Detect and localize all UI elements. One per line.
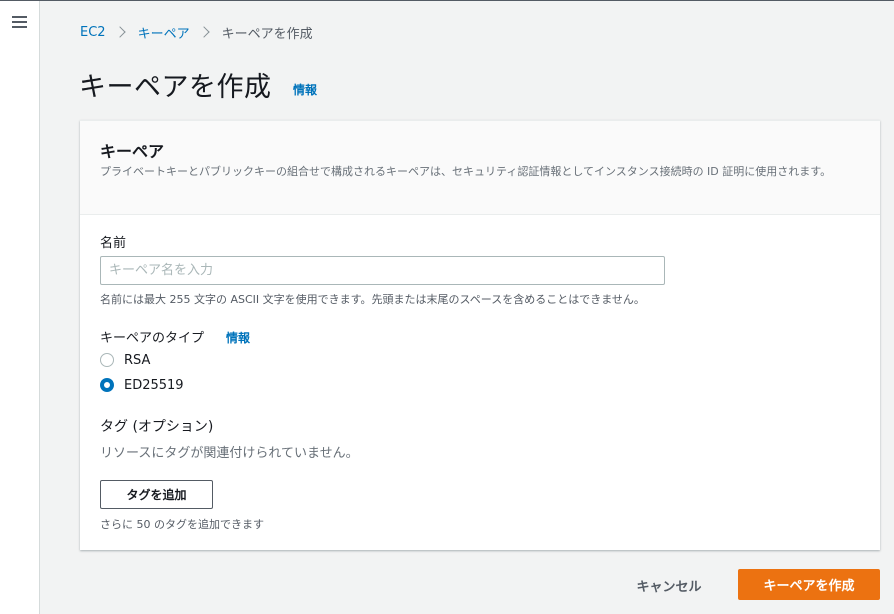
cancel-button[interactable]: キャンセル: [624, 571, 714, 599]
radio-label-rsa: RSA: [124, 352, 151, 368]
panel-title: キーペア: [100, 142, 165, 161]
radio-unchecked-icon[interactable]: [100, 353, 114, 367]
page-info-link[interactable]: 情報: [293, 81, 317, 98]
breadcrumb-key-pairs[interactable]: キーペア: [138, 23, 190, 42]
radio-option-ed25519[interactable]: ED25519: [100, 376, 184, 394]
chevron-right-icon: [113, 26, 126, 38]
breadcrumb-ec2[interactable]: EC2: [80, 25, 106, 40]
side-navigation-rail: [0, 1, 40, 614]
panel-header: キーペア プライベートキーとパブリックキーの組合せで構成されるキーペアは、セキュ…: [80, 121, 880, 215]
page-title: キーペアを作成: [79, 72, 272, 103]
chevron-right-icon: [197, 26, 210, 38]
main-content: EC2 キーペア キーペアを作成 キーペアを作成 情報 キーペア プライベートキ…: [40, 1, 894, 614]
menu-icon[interactable]: [12, 16, 27, 28]
panel-description: プライベートキーとパブリックキーの組合せで構成されるキーペアは、セキュリティ認証…: [100, 165, 832, 178]
key-type-label: キーペアのタイプ: [100, 331, 205, 346]
breadcrumb-current: キーペアを作成: [221, 26, 313, 42]
name-constraint-text: 名前には最大 255 文字の ASCII 文字を使用できます。先頭または末尾のス…: [100, 293, 645, 306]
create-key-pair-button[interactable]: キーペアを作成: [738, 569, 880, 600]
tag-limit-hint: さらに 50 のタグを追加できます: [100, 518, 264, 531]
radio-label-ed25519: ED25519: [124, 377, 184, 393]
key-pair-name-input[interactable]: [100, 256, 665, 285]
add-tag-button[interactable]: タグを追加: [100, 480, 213, 509]
key-type-info-link[interactable]: 情報: [226, 329, 250, 346]
radio-checked-icon[interactable]: [100, 378, 114, 392]
tags-empty-text: リソースにタグが関連付けられていません。: [100, 446, 359, 461]
breadcrumb: EC2 キーペア キーペアを作成: [80, 23, 313, 42]
key-pair-panel: キーペア プライベートキーとパブリックキーの組合せで構成されるキーペアは、セキュ…: [80, 120, 880, 550]
tags-label: タグ (オプション): [100, 419, 214, 435]
radio-option-rsa[interactable]: RSA: [100, 351, 150, 369]
name-label: 名前: [100, 236, 127, 251]
